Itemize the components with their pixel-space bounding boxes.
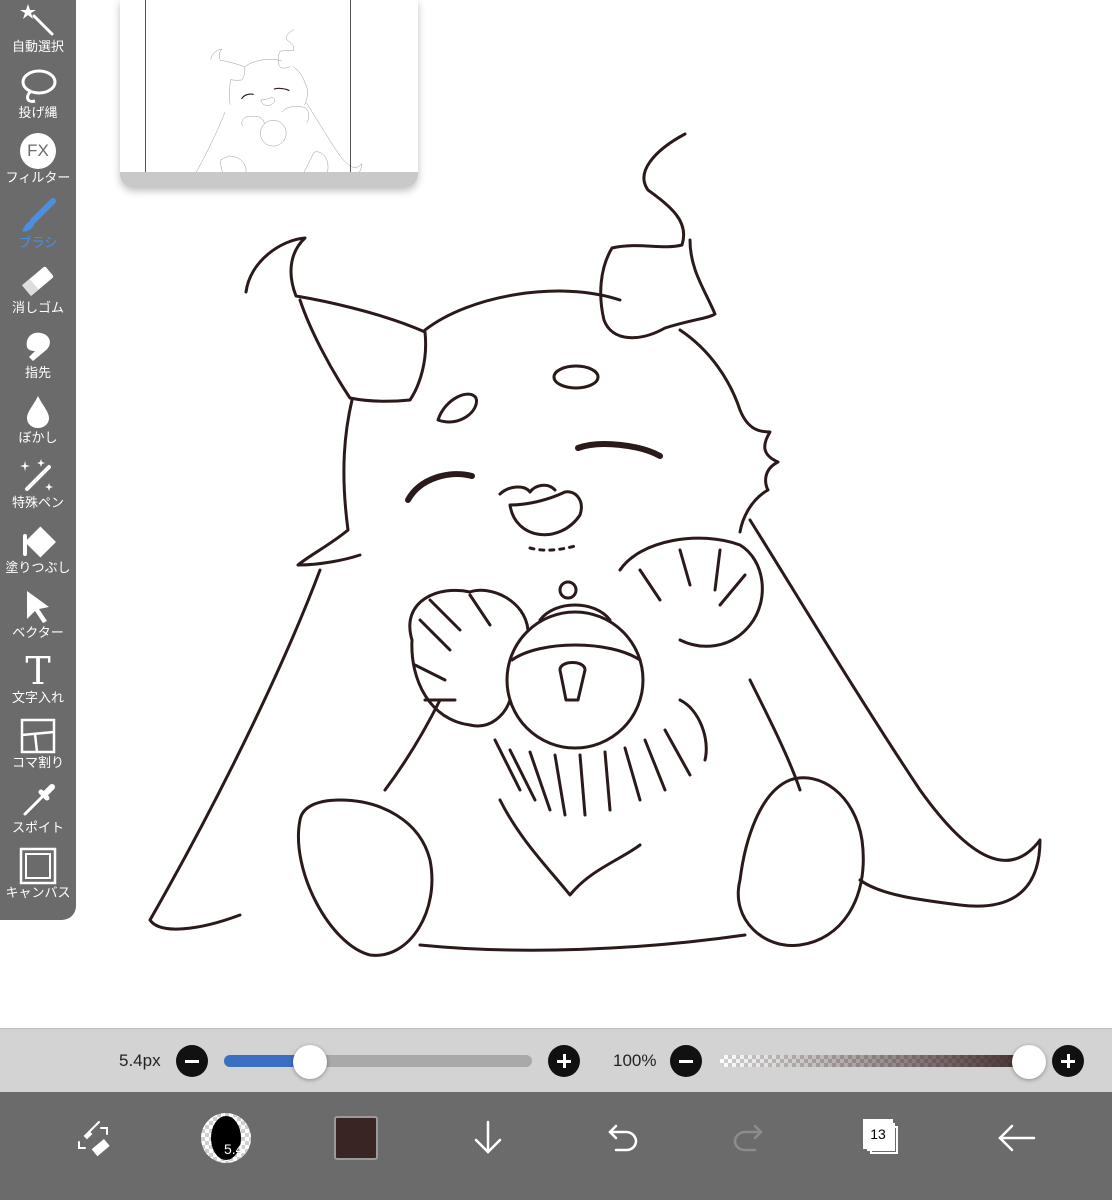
tool-label: フィルター: [5, 171, 71, 186]
back-icon: [998, 1124, 1036, 1152]
brush-icon: [18, 196, 58, 236]
tool-label: ぼかし: [18, 431, 58, 446]
plus-icon: [1061, 1054, 1075, 1068]
tool-lasso[interactable]: 投げ縄: [0, 62, 76, 127]
navigator-thumbnail: [196, 29, 362, 172]
opacity-knob[interactable]: [1012, 1045, 1046, 1079]
navigator-footer: [120, 172, 418, 188]
canvas-icon: [18, 846, 58, 886]
smudge-icon: [18, 326, 58, 366]
tool-auto-select[interactable]: 自動選択: [0, 0, 76, 61]
eyedropper-icon: [18, 781, 58, 821]
tool-label: ブラシ: [18, 236, 58, 251]
layers-icon: 13: [862, 1118, 902, 1158]
tool-label: コマ割り: [11, 756, 64, 771]
redo-button[interactable]: [721, 1108, 781, 1168]
brush-settings-bar: 5.4px 100%: [0, 1028, 1112, 1092]
swap-tool-button[interactable]: [63, 1108, 123, 1168]
tool-eraser[interactable]: 消しゴム: [0, 257, 76, 322]
eraser-icon: [18, 261, 58, 301]
tool-label: スポイト: [11, 821, 64, 836]
plus-icon: [557, 1054, 571, 1068]
tool-bucket-fill[interactable]: 塗りつぶし: [0, 517, 76, 582]
size-increase-button[interactable]: [548, 1045, 580, 1077]
back-button[interactable]: [986, 1108, 1046, 1168]
opacity-increase-button[interactable]: [1052, 1045, 1084, 1077]
tool-brush[interactable]: ブラシ: [0, 192, 76, 257]
undo-button[interactable]: [590, 1108, 650, 1168]
tool-label: 投げ縄: [18, 106, 58, 121]
tool-blur[interactable]: ぼかし: [0, 387, 76, 452]
layer-count: 13: [863, 1119, 893, 1149]
tool-label: 文字入れ: [11, 691, 64, 706]
undo-icon: [608, 1124, 638, 1152]
opacity-value: 100%: [613, 1051, 657, 1070]
brush-size-slider[interactable]: [224, 1055, 532, 1067]
special-pen-icon: [18, 456, 58, 496]
tool-label: 特殊ペン: [11, 496, 64, 511]
size-decrease-button[interactable]: [176, 1045, 208, 1077]
tool-special-pen[interactable]: 特殊ペン: [0, 452, 76, 517]
brush-size-knob[interactable]: [293, 1045, 328, 1079]
tool-smudge[interactable]: 指先: [0, 322, 76, 387]
save-button[interactable]: [458, 1108, 518, 1168]
opacity-decrease-button[interactable]: [670, 1045, 702, 1077]
tool-label: 自動選択: [11, 40, 64, 55]
frame-divider-icon: [18, 716, 58, 756]
vector-cursor-icon: [18, 586, 58, 626]
tool-vector[interactable]: ベクター: [0, 582, 76, 647]
brush-size-preview-text: 5.4: [224, 1141, 244, 1157]
brush-size-preview[interactable]: 5.4: [196, 1108, 256, 1168]
brush-size-value: 5.4px: [119, 1051, 161, 1070]
layers-button[interactable]: 13: [852, 1108, 912, 1168]
bottom-action-bar: 5.4 13: [0, 1092, 1112, 1200]
tool-label: 塗りつぶし: [5, 561, 71, 576]
opacity-slider[interactable]: [720, 1055, 1042, 1067]
magic-wand-icon: [18, 0, 58, 40]
navigator-preview[interactable]: [120, 0, 418, 188]
tool-canvas[interactable]: キャンバス: [0, 842, 76, 907]
tool-frame-divider[interactable]: コマ割り: [0, 712, 76, 777]
blur-drop-icon: [18, 391, 58, 431]
tool-eyedropper[interactable]: スポイト: [0, 777, 76, 842]
color-swatch[interactable]: [326, 1108, 386, 1168]
tool-text[interactable]: T 文字入れ: [0, 647, 76, 712]
swap-tool-icon: [78, 1121, 110, 1157]
tool-label: 指先: [24, 366, 51, 381]
tool-palette: 自動選択 投げ縄 FX フィルター ブラシ 消しゴム 指先 ぼかし 特殊ペン 塗…: [0, 0, 76, 920]
minus-icon: [679, 1059, 693, 1063]
text-icon: T: [25, 649, 51, 693]
tool-label: 消しゴム: [11, 301, 64, 316]
tool-filter[interactable]: FX フィルター: [0, 127, 76, 192]
current-color: [334, 1116, 378, 1160]
download-icon: [474, 1120, 502, 1154]
tool-label: キャンバス: [5, 886, 71, 901]
lasso-icon: [18, 66, 58, 106]
tool-label: ベクター: [12, 626, 64, 641]
redo-icon: [733, 1124, 763, 1152]
bucket-fill-icon: [18, 521, 58, 561]
minus-icon: [185, 1059, 199, 1063]
fx-icon: FX: [18, 131, 58, 171]
